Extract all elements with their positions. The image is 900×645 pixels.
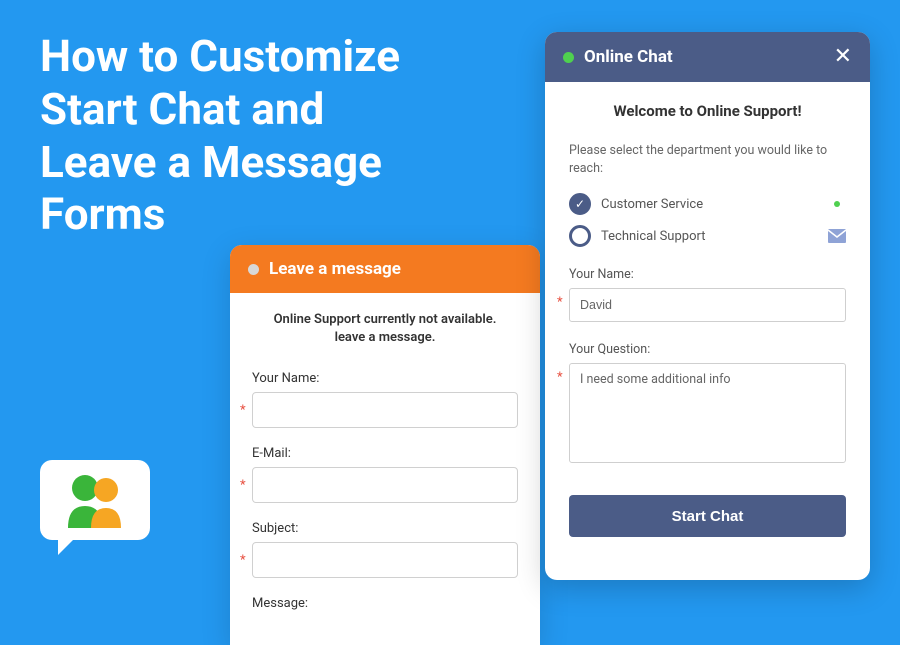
- chat-title: Online Chat: [584, 47, 673, 67]
- logo: [40, 460, 160, 560]
- subject-input[interactable]: [252, 542, 518, 578]
- name-input[interactable]: [252, 392, 518, 428]
- availability-notice: Online Support currently not available. …: [252, 311, 518, 347]
- leave-message-title: Leave a message: [269, 259, 401, 279]
- online-indicator-icon: [828, 201, 846, 207]
- leave-message-form: Leave a message Online Support currently…: [230, 245, 540, 645]
- required-indicator: *: [240, 403, 246, 418]
- message-label: Message:: [252, 596, 518, 611]
- department-option-customer-service[interactable]: ✓ Customer Service: [569, 193, 846, 215]
- chat-name-input[interactable]: [569, 288, 846, 322]
- chat-header: Online Chat ✕: [545, 32, 870, 82]
- offline-status-dot: [248, 264, 259, 275]
- radio-unselected-icon: [569, 225, 591, 247]
- required-indicator: *: [240, 478, 246, 493]
- close-icon[interactable]: ✕: [834, 46, 852, 68]
- chat-question-label: Your Question:: [569, 342, 846, 357]
- chat-name-label: Your Name:: [569, 267, 846, 282]
- required-indicator: *: [557, 295, 563, 310]
- chat-question-input[interactable]: I need some additional info: [569, 363, 846, 463]
- required-indicator: *: [557, 370, 563, 385]
- start-chat-button[interactable]: Start Chat: [569, 495, 846, 537]
- subject-label: Subject:: [252, 521, 518, 536]
- name-label: Your Name:: [252, 371, 518, 386]
- email-input[interactable]: [252, 467, 518, 503]
- radio-selected-icon: ✓: [569, 193, 591, 215]
- page-title: How to Customize Start Chat and Leave a …: [40, 30, 440, 241]
- online-chat-form: Online Chat ✕ Welcome to Online Support!…: [545, 32, 870, 580]
- mail-icon: [828, 229, 846, 243]
- required-indicator: *: [240, 553, 246, 568]
- checkmark-icon: ✓: [575, 198, 585, 210]
- department-option-technical-support[interactable]: Technical Support: [569, 225, 846, 247]
- online-status-dot: [563, 52, 574, 63]
- welcome-heading: Welcome to Online Support!: [569, 102, 846, 120]
- instruction-text: Please select the department you would l…: [569, 142, 846, 177]
- email-label: E-Mail:: [252, 446, 518, 461]
- leave-message-header: Leave a message: [230, 245, 540, 293]
- department-label: Technical Support: [601, 229, 818, 244]
- department-label: Customer Service: [601, 197, 818, 212]
- people-icon: [62, 472, 130, 528]
